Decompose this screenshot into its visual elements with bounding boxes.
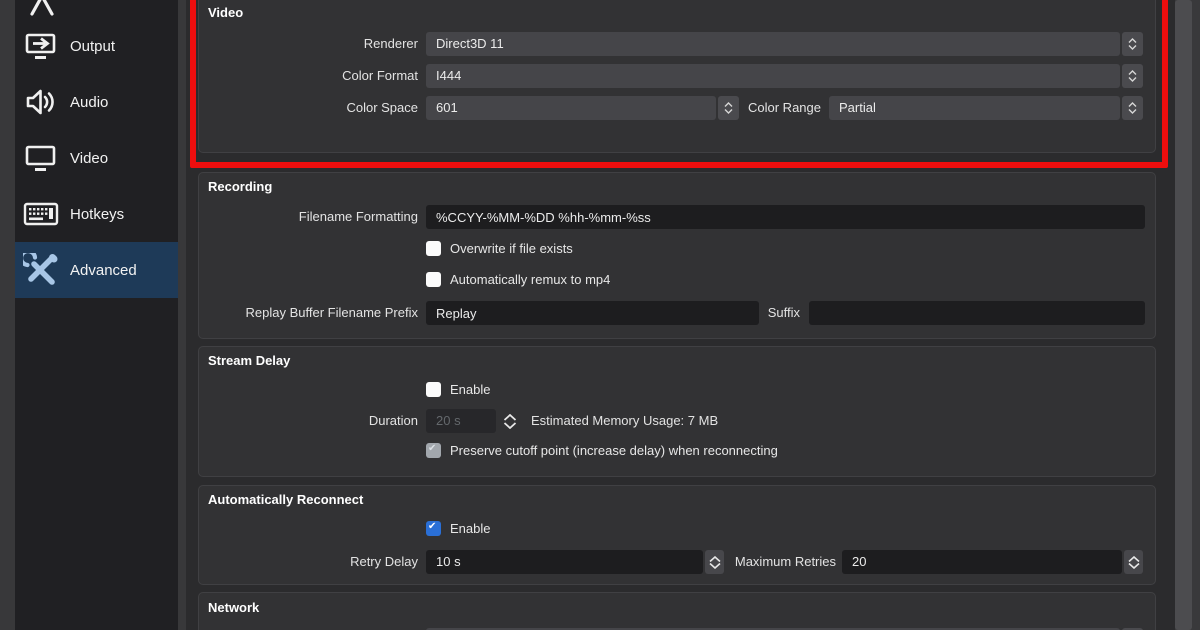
color-space-label: Color Space	[199, 96, 418, 120]
preserve-cutoff-label: Preserve cutoff point (increase delay) w…	[450, 443, 778, 458]
settings-scroll-area: Video Renderer Direct3D 11 Color Format …	[186, 0, 1175, 630]
color-format-spinner-buttons[interactable]	[1122, 64, 1143, 88]
network-section: Network	[198, 592, 1156, 630]
renderer-label: Renderer	[199, 32, 418, 56]
color-range-spinner-buttons[interactable]	[1122, 96, 1143, 120]
overwrite-checkbox[interactable]	[426, 241, 441, 256]
color-format-label: Color Format	[199, 64, 418, 88]
stream-delay-section: Stream Delay Enable Duration 20 s Estima…	[198, 346, 1156, 477]
retry-delay-spinbox[interactable]: 10 s	[426, 550, 724, 574]
maximum-retries-spinbox[interactable]: 20	[842, 550, 1143, 574]
filename-formatting-label: Filename Formatting	[199, 205, 418, 229]
remux-checkbox[interactable]	[426, 272, 441, 287]
auto-reconnect-enable-checkbox[interactable]	[426, 521, 441, 536]
hotkeys-keyboard-icon	[22, 197, 60, 231]
remux-checkbox-row[interactable]: Automatically remux to mp4	[426, 271, 610, 287]
duration-label: Duration	[199, 409, 418, 433]
sidebar-item-label: Video	[70, 150, 108, 167]
video-section: Video Renderer Direct3D 11 Color Format …	[198, 0, 1156, 153]
sidebar-item-advanced[interactable]: Advanced	[15, 242, 178, 298]
color-space-spinner-buttons[interactable]	[718, 96, 739, 120]
network-section-title: Network	[208, 600, 259, 615]
preserve-cutoff-row: Preserve cutoff point (increase delay) w…	[426, 442, 778, 458]
renderer-value: Direct3D 11	[426, 32, 1120, 56]
duration-spinbox: 20 s	[426, 409, 496, 433]
sidebar-item-label: Output	[70, 38, 115, 55]
auto-reconnect-enable-row[interactable]: Enable	[426, 520, 490, 536]
color-range-combobox[interactable]: Partial	[829, 96, 1143, 120]
sidebar-item-hotkeys[interactable]: Hotkeys	[15, 186, 178, 242]
preserve-cutoff-checkbox	[426, 443, 441, 458]
color-space-value: 601	[426, 96, 716, 120]
stream-antenna-icon	[25, 0, 59, 16]
remux-checkbox-label: Automatically remux to mp4	[450, 272, 610, 287]
sidebar-item-label: Advanced	[70, 262, 137, 279]
overwrite-checkbox-row[interactable]: Overwrite if file exists	[426, 240, 573, 256]
estimated-memory-text: Estimated Memory Usage: 7 MB	[531, 409, 718, 433]
replay-prefix-label: Replay Buffer Filename Prefix	[199, 301, 418, 325]
retry-delay-label: Retry Delay	[199, 550, 418, 574]
maximum-retries-label: Maximum Retries	[732, 550, 836, 574]
suffix-input[interactable]	[809, 301, 1145, 325]
sidebar-item-output[interactable]: Output	[15, 18, 178, 74]
duration-value: 20 s	[426, 409, 496, 433]
renderer-combobox[interactable]: Direct3D 11	[426, 32, 1143, 56]
advanced-tools-icon	[22, 253, 60, 287]
video-section-title: Video	[208, 5, 243, 20]
color-format-combobox[interactable]: I444	[426, 64, 1143, 88]
auto-reconnect-enable-label: Enable	[450, 521, 490, 536]
sidebar-item-audio[interactable]: Audio	[15, 74, 178, 130]
color-range-label: Color Range	[747, 96, 821, 120]
stream-delay-enable-checkbox[interactable]	[426, 382, 441, 397]
auto-reconnect-section: Automatically Reconnect Enable Retry Del…	[198, 485, 1156, 585]
recording-section-title: Recording	[208, 179, 272, 194]
maximum-retries-spinner-buttons[interactable]	[1124, 550, 1143, 574]
sidebar-item-video[interactable]: Video	[15, 130, 178, 186]
overwrite-checkbox-label: Overwrite if file exists	[450, 241, 573, 256]
renderer-spinner-buttons[interactable]	[1122, 32, 1143, 56]
scrollbar-handle[interactable]	[1175, 0, 1192, 630]
audio-speaker-icon	[22, 85, 60, 119]
settings-nav-list: Output Audio Video	[15, 0, 178, 630]
color-space-combobox[interactable]: 601	[426, 96, 739, 120]
video-monitor-icon	[22, 141, 60, 175]
duration-spinner-buttons[interactable]	[500, 409, 520, 433]
replay-prefix-input[interactable]	[426, 301, 759, 325]
color-range-value: Partial	[829, 96, 1120, 120]
output-monitor-arrow-icon	[22, 29, 60, 63]
stream-delay-enable-row[interactable]: Enable	[426, 381, 490, 397]
retry-delay-spinner-buttons[interactable]	[705, 550, 724, 574]
sidebar-item-label: Audio	[70, 94, 108, 111]
sidebar-item-label: Hotkeys	[70, 206, 124, 223]
stream-delay-enable-label: Enable	[450, 382, 490, 397]
recording-section: Recording Filename Formatting Overwrite …	[198, 172, 1156, 339]
filename-formatting-input[interactable]	[426, 205, 1145, 229]
obs-settings-window: Output Audio Video	[0, 0, 1200, 630]
suffix-label: Suffix	[760, 301, 800, 325]
auto-reconnect-section-title: Automatically Reconnect	[208, 492, 363, 507]
color-format-value: I444	[426, 64, 1120, 88]
stream-delay-section-title: Stream Delay	[208, 353, 290, 368]
maximum-retries-value: 20	[842, 550, 1122, 574]
retry-delay-value: 10 s	[426, 550, 703, 574]
